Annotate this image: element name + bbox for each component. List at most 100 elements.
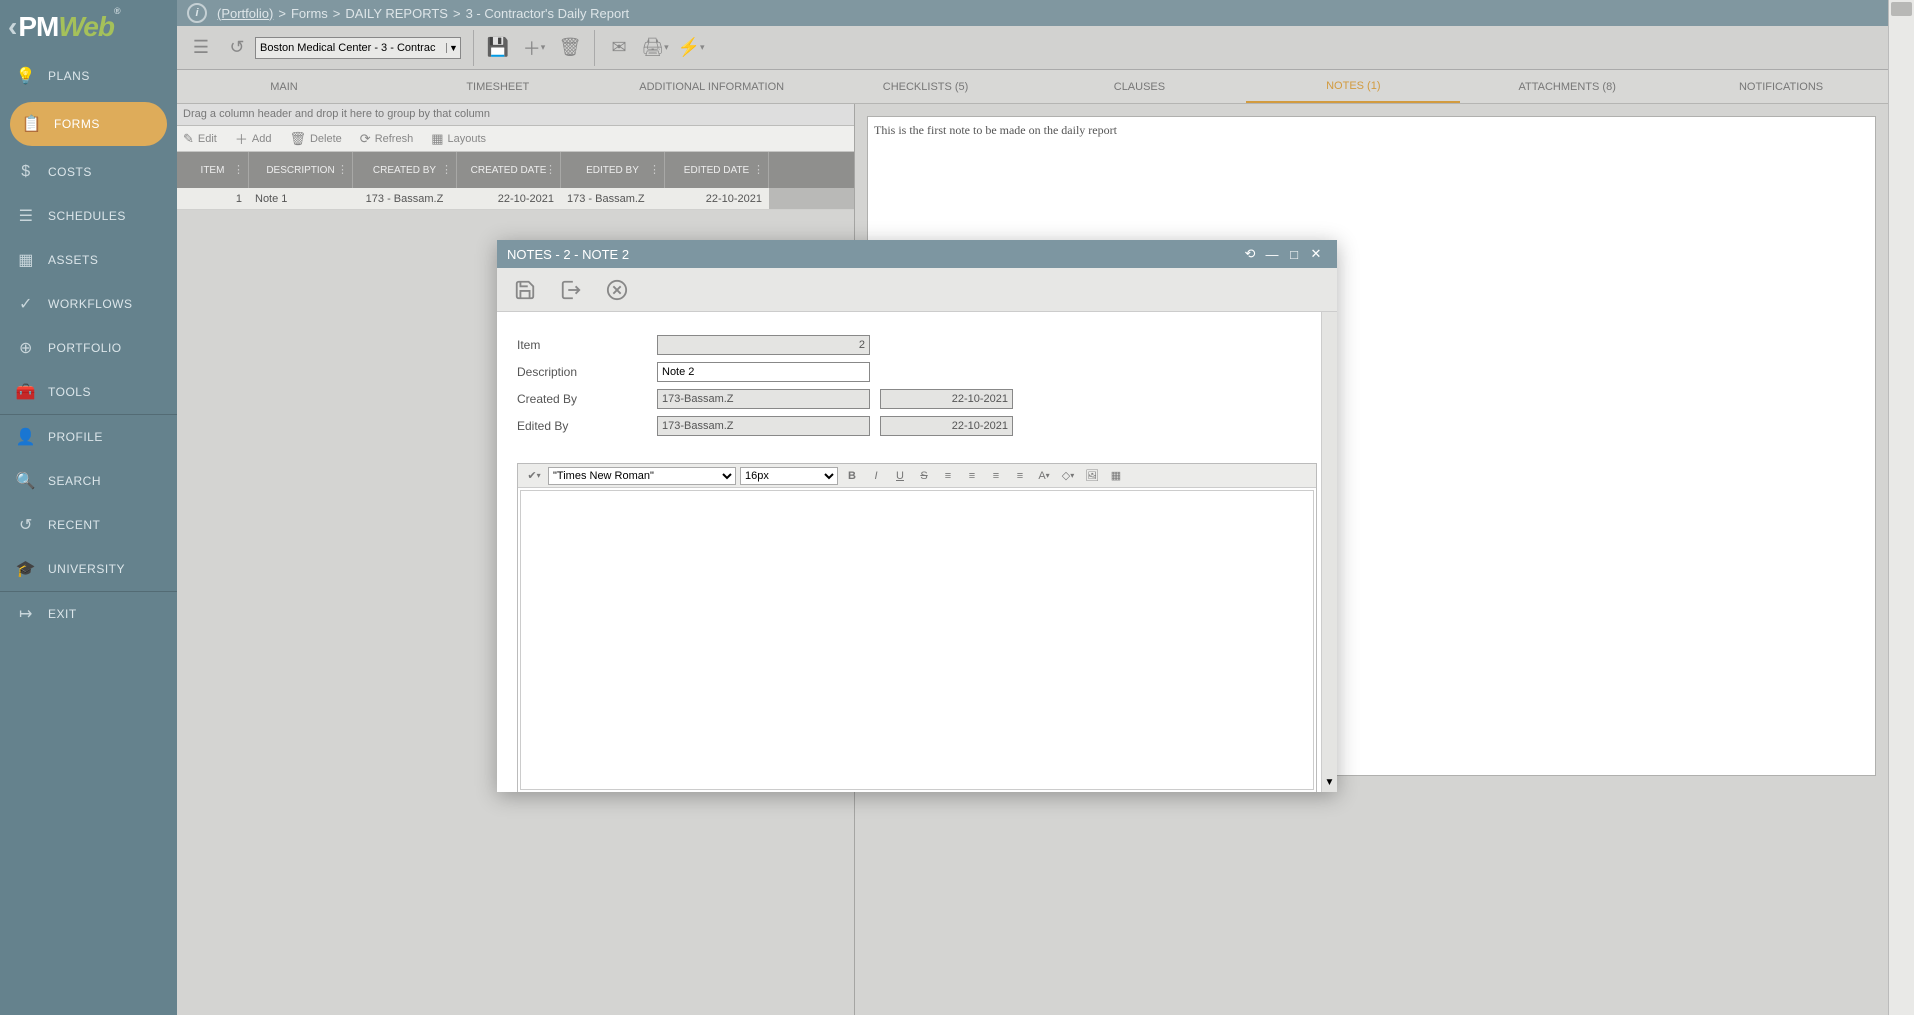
breadcrumb-forms[interactable]: Forms <box>291 6 328 21</box>
sidebar-item-portfolio[interactable]: ⊕PORTFOLIO <box>0 326 177 370</box>
sidebar-item-forms[interactable]: 📋FORMS <box>10 102 167 146</box>
delete-icon[interactable]: 🗑 <box>552 30 588 66</box>
breadcrumb-portfolio[interactable]: (Portfolio) <box>217 6 273 21</box>
editor-textarea[interactable] <box>520 490 1314 790</box>
modal-toolbar <box>497 268 1337 312</box>
align-center-icon[interactable]: ≡ <box>961 466 983 486</box>
size-select[interactable]: 16px <box>740 467 838 485</box>
main-toolbar: ☰ ↺ ▼ 💾 ＋▾ 🗑 ✉ 🖨▾ ⚡▾ <box>177 26 1888 70</box>
mail-icon[interactable]: ✉ <box>601 30 637 66</box>
tab-clauses[interactable]: CLAUSES <box>1033 70 1247 103</box>
toolbox-icon: 🧰 <box>14 382 38 402</box>
sidebar-item-assets[interactable]: ▦ASSETS <box>0 238 177 282</box>
label-edited-by: Edited By <box>517 419 657 433</box>
modal-refresh-icon[interactable]: ⟲ <box>1239 246 1261 262</box>
logo-pm: PM <box>18 11 58 43</box>
field-edited-date <box>880 416 1013 436</box>
italic-icon[interactable]: I <box>865 466 887 486</box>
tab-main[interactable]: MAIN <box>177 70 391 103</box>
bolt-icon[interactable]: ⚡▾ <box>673 30 709 66</box>
grid-delete-button[interactable]: 🗑Delete <box>289 131 341 147</box>
strike-icon[interactable]: S <box>913 466 935 486</box>
grid-edit-button[interactable]: ✎Edit <box>183 131 217 147</box>
table-icon[interactable]: ▦ <box>1105 466 1127 486</box>
history-icon[interactable]: ↺ <box>219 30 255 66</box>
modal-cancel-icon[interactable] <box>601 274 633 306</box>
modal-titlebar[interactable]: NOTES - 2 - NOTE 2 ⟲ — □ ✕ <box>497 240 1337 268</box>
col-item[interactable]: ITEM⋮ <box>177 152 249 188</box>
tab-attachments[interactable]: ATTACHMENTS (8) <box>1460 70 1674 103</box>
sidebar: ‹ PMWeb ® 💡PLANS 📋FORMS $COSTS ☰SCHEDULE… <box>0 0 177 1015</box>
modal-close-icon[interactable]: ✕ <box>1305 246 1327 262</box>
print-icon[interactable]: 🖨▾ <box>637 30 673 66</box>
info-icon[interactable]: i <box>187 3 207 23</box>
font-select[interactable]: "Times New Roman" <box>548 467 736 485</box>
rich-text-editor: ✔▾ "Times New Roman" 16px B I U S ≡ ≡ ≡ … <box>517 463 1317 792</box>
align-right-icon[interactable]: ≡ <box>985 466 1007 486</box>
sidebar-item-workflows[interactable]: ✓WORKFLOWS <box>0 282 177 326</box>
field-item <box>657 335 870 355</box>
scrollbar-thumb[interactable] <box>1891 2 1912 16</box>
align-left-icon[interactable]: ≡ <box>937 466 959 486</box>
sidebar-item-university[interactable]: 🎓UNIVERSITY <box>0 547 177 591</box>
chevron-down-icon[interactable]: ▼ <box>446 43 460 53</box>
col-edited-by[interactable]: EDITED BY⋮ <box>561 152 665 188</box>
note-modal: NOTES - 2 - NOTE 2 ⟲ — □ ✕ Item Descript… <box>497 240 1337 792</box>
sidebar-item-tools[interactable]: 🧰TOOLS <box>0 370 177 414</box>
refresh-icon: ⟳ <box>360 131 371 147</box>
record-picker-input[interactable] <box>256 42 446 54</box>
modal-saveexit-icon[interactable] <box>555 274 587 306</box>
save-icon[interactable]: 💾 <box>480 30 516 66</box>
exit-icon: ↦ <box>14 604 38 624</box>
record-picker[interactable]: ▼ <box>255 37 461 59</box>
tab-notes[interactable]: NOTES (1) <box>1246 70 1460 103</box>
fill-color-icon[interactable]: ◇▾ <box>1057 466 1079 486</box>
list-icon[interactable]: ☰ <box>183 30 219 66</box>
dollar-icon: $ <box>14 163 38 181</box>
trash-icon: 🗑 <box>289 131 306 147</box>
sidebar-item-costs[interactable]: $COSTS <box>0 150 177 194</box>
field-description[interactable] <box>657 362 870 382</box>
tab-notifications[interactable]: NOTIFICATIONS <box>1674 70 1888 103</box>
bold-icon[interactable]: B <box>841 466 863 486</box>
sidebar-item-profile[interactable]: 👤PROFILE <box>0 415 177 459</box>
sidebar-item-plans[interactable]: 💡PLANS <box>0 54 177 98</box>
grid-layouts-button[interactable]: ▦Layouts <box>431 131 486 147</box>
underline-icon[interactable]: U <box>889 466 911 486</box>
modal-minimize-icon[interactable]: — <box>1261 247 1283 262</box>
plus-icon: ＋ <box>235 129 248 148</box>
sidebar-item-recent[interactable]: ↺RECENT <box>0 503 177 547</box>
window-scrollbar[interactable] <box>1888 0 1914 1015</box>
group-hint[interactable]: Drag a column header and drop it here to… <box>177 104 854 126</box>
col-created-date[interactable]: CREATED DATE⋮ <box>457 152 561 188</box>
col-edited-date[interactable]: EDITED DATE⋮ <box>665 152 769 188</box>
add-icon[interactable]: ＋▾ <box>516 30 552 66</box>
tab-additional[interactable]: ADDITIONAL INFORMATION <box>605 70 819 103</box>
spellcheck-icon[interactable]: ✔▾ <box>523 466 545 486</box>
sidebar-item-exit[interactable]: ↦EXIT <box>0 592 177 636</box>
label-created-by: Created By <box>517 392 657 406</box>
sidebar-item-search[interactable]: 🔍SEARCH <box>0 459 177 503</box>
layouts-icon: ▦ <box>431 131 443 147</box>
sidebar-item-schedules[interactable]: ☰SCHEDULES <box>0 194 177 238</box>
tab-timesheet[interactable]: TIMESHEET <box>391 70 605 103</box>
modal-save-icon[interactable] <box>509 274 541 306</box>
image-icon[interactable]: 🖼 <box>1081 466 1103 486</box>
grid-refresh-button[interactable]: ⟳Refresh <box>360 131 413 147</box>
col-description[interactable]: DESCRIPTION⋮ <box>249 152 353 188</box>
modal-maximize-icon[interactable]: □ <box>1283 247 1305 262</box>
col-created-by[interactable]: CREATED BY⋮ <box>353 152 457 188</box>
grid-add-button[interactable]: ＋Add <box>235 129 272 148</box>
breadcrumb: i (Portfolio) > Forms > DAILY REPORTS > … <box>177 0 1888 26</box>
font-color-icon[interactable]: A▾ <box>1033 466 1055 486</box>
grid-header: ITEM⋮ DESCRIPTION⋮ CREATED BY⋮ CREATED D… <box>177 152 854 188</box>
schedule-icon: ☰ <box>14 206 38 226</box>
lightbulb-icon: 💡 <box>14 66 38 86</box>
modal-scrollbar[interactable]: ▼ <box>1321 312 1337 792</box>
field-created-date <box>880 389 1013 409</box>
tab-checklists[interactable]: CHECKLISTS (5) <box>819 70 1033 103</box>
table-row[interactable]: 1 Note 1 173 - Bassam.Z 22-10-2021 173 -… <box>177 188 854 210</box>
align-justify-icon[interactable]: ≡ <box>1009 466 1031 486</box>
breadcrumb-daily[interactable]: DAILY REPORTS <box>345 6 448 21</box>
field-edited-by <box>657 416 870 436</box>
